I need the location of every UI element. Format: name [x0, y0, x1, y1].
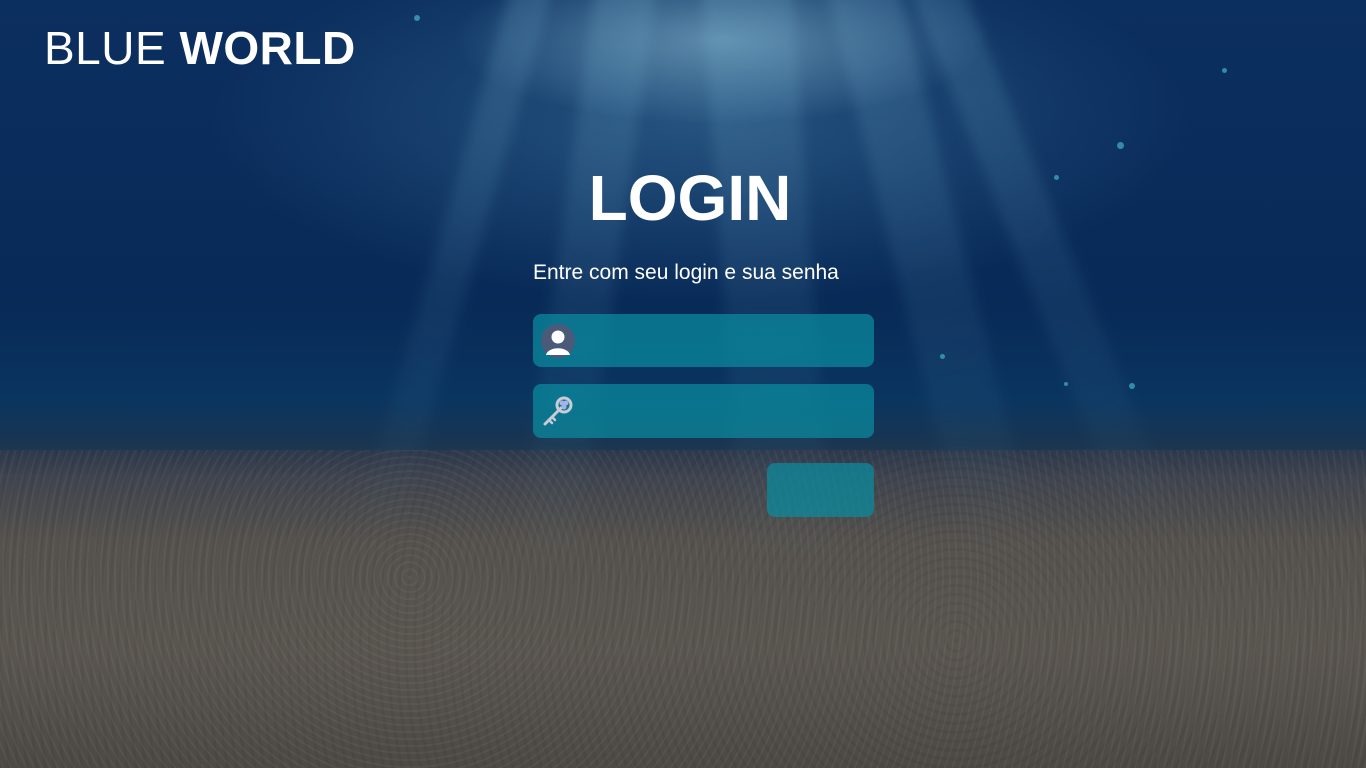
user-avatar-icon: [540, 323, 576, 359]
login-submit-button[interactable]: [767, 463, 874, 517]
particle: [414, 15, 420, 21]
particle: [1064, 382, 1068, 386]
login-title: LOGIN: [588, 162, 792, 234]
brand-logo-bold: WORLD: [179, 22, 356, 74]
login-subtitle: Entre com seu login e sua senha: [533, 261, 839, 284]
brand-logo-light: BLUE: [44, 22, 167, 74]
particle: [1222, 68, 1227, 73]
password-field[interactable]: [533, 384, 874, 438]
background-scene: BLUE WORLD LOGIN Entre com seu login e s…: [0, 0, 1366, 768]
particle: [1117, 142, 1124, 149]
password-input[interactable]: [576, 384, 874, 438]
username-input[interactable]: [576, 314, 874, 367]
key-icon: [540, 393, 576, 429]
sea-floor: [0, 450, 1366, 768]
brand-logo: BLUE WORLD: [44, 24, 356, 72]
username-field[interactable]: [533, 314, 874, 367]
particle: [940, 354, 945, 359]
particle: [1129, 383, 1135, 389]
